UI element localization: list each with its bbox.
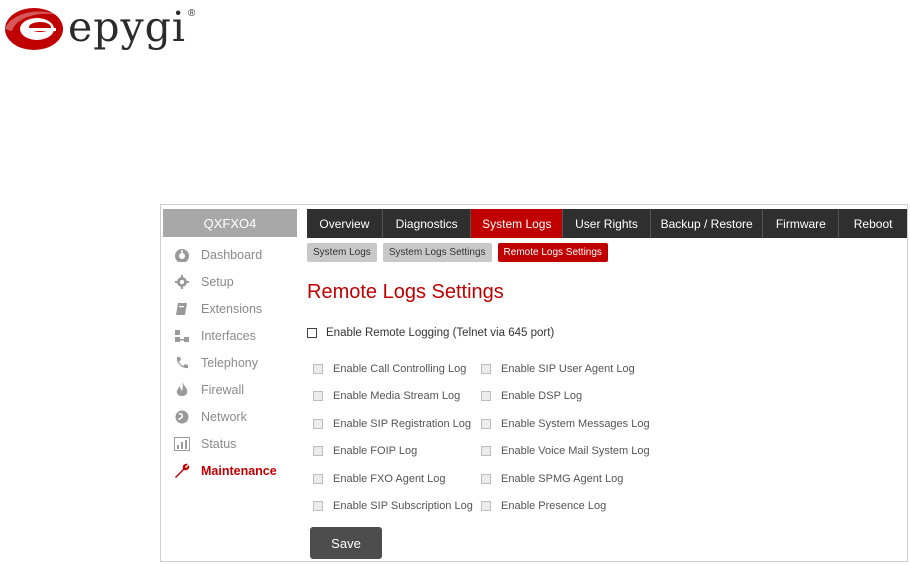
subtab-system-logs-settings[interactable]: System Logs Settings [382,243,492,262]
sidebar-item-network[interactable]: Network [161,403,301,430]
checkbox[interactable] [481,501,491,512]
option-call-controlling-log[interactable]: Enable Call Controlling Log [313,363,481,375]
option-row: Enable SIP Subscription Log Enable Prese… [313,493,650,521]
logo-text: epygi [68,3,187,51]
option-sip-user-agent-log[interactable]: Enable SIP User Agent Log [481,363,635,375]
book-icon [173,301,191,317]
network-nodes-icon [173,328,191,344]
sidebar-item-extensions[interactable]: Extensions [161,295,301,322]
checkbox[interactable] [313,363,323,374]
device-name: QXFXO4 [163,209,297,237]
globe-icon [173,409,191,425]
sidebar-item-label: Interfaces [201,328,256,343]
option-row: Enable Media Stream Log Enable DSP Log [313,383,650,411]
page-title: Remote Logs Settings [307,281,504,303]
sidebar-item-status[interactable]: Status [161,430,301,457]
sub-tabs: System Logs System Logs Settings Remote … [307,243,608,262]
dashboard-icon [173,247,191,263]
tab-backup-restore[interactable]: Backup / Restore [651,209,764,238]
top-tabs: Overview Diagnostics System Logs User Ri… [307,209,907,238]
sidebar-item-label: Firewall [201,382,245,397]
tab-overview[interactable]: Overview [307,209,383,238]
tab-reboot[interactable]: Reboot [839,209,907,238]
checkbox[interactable] [313,501,323,512]
sidebar-item-label: Maintenance [201,463,277,478]
option-label: Enable DSP Log [501,390,583,403]
sidebar-item-setup[interactable]: Setup [161,268,301,295]
sidebar-item-label: Network [201,409,247,424]
enable-remote-logging[interactable]: Enable Remote Logging (Telnet via 645 po… [307,327,554,339]
option-label: Enable Presence Log [501,500,607,513]
sidebar: Dashboard Setup Extensions Interfaces Te… [161,241,301,484]
checkbox[interactable] [313,418,323,429]
option-sip-registration-log[interactable]: Enable SIP Registration Log [313,418,481,430]
option-voice-mail-system-log[interactable]: Enable Voice Mail System Log [481,445,650,457]
option-label: Enable System Messages Log [501,417,650,430]
sidebar-item-firewall[interactable]: Firewall [161,376,301,403]
enable-remote-logging-checkbox[interactable] [307,328,317,338]
option-label: Enable SIP Subscription Log [333,500,473,513]
checkbox[interactable] [481,363,491,374]
sidebar-item-label: Status [201,436,237,451]
option-row: Enable FXO Agent Log Enable SPMG Agent L… [313,465,650,493]
log-options: Enable Call Controlling Log Enable SIP U… [313,355,650,520]
sidebar-item-label: Extensions [201,301,263,316]
checkbox[interactable] [481,391,491,402]
sidebar-item-telephony[interactable]: Telephony [161,349,301,376]
option-row: Enable SIP Registration Log Enable Syste… [313,410,650,438]
checkbox[interactable] [481,473,491,484]
phone-icon [173,355,191,371]
flame-icon [173,381,191,398]
option-row: Enable Call Controlling Log Enable SIP U… [313,355,650,383]
option-label: Enable FOIP Log [333,445,418,458]
option-label: Enable SIP Registration Log [333,417,471,430]
option-presence-log[interactable]: Enable Presence Log [481,500,606,512]
option-label: Enable Call Controlling Log [333,362,467,375]
checkbox[interactable] [313,473,323,484]
tab-diagnostics[interactable]: Diagnostics [383,209,472,238]
option-media-stream-log[interactable]: Enable Media Stream Log [313,390,481,402]
sidebar-item-maintenance[interactable]: Maintenance [161,457,301,484]
sidebar-item-interfaces[interactable]: Interfaces [161,322,301,349]
sidebar-item-dashboard[interactable]: Dashboard [161,241,301,268]
epygi-logo: epygi ® [0,3,196,54]
option-label: Enable SIP User Agent Log [501,362,635,375]
tab-user-rights[interactable]: User Rights [563,209,651,238]
option-spmg-agent-log[interactable]: Enable SPMG Agent Log [481,473,623,485]
option-sip-subscription-log[interactable]: Enable SIP Subscription Log [313,500,481,512]
wrench-icon [173,463,191,479]
subtab-remote-logs-settings[interactable]: Remote Logs Settings [497,243,608,262]
enable-remote-logging-label: Enable Remote Logging (Telnet via 645 po… [326,327,555,339]
tab-firmware[interactable]: Firmware [763,209,840,238]
sidebar-item-label: Setup [201,274,234,289]
subtab-system-logs[interactable]: System Logs [307,243,377,262]
registered-mark: ® [188,7,196,19]
sidebar-item-label: Telephony [201,355,258,370]
option-foip-log[interactable]: Enable FOIP Log [313,445,481,457]
admin-panel: QXFXO4 Dashboard Setup Extensions Interf… [160,204,908,562]
tab-system-logs[interactable]: System Logs [471,209,564,238]
sidebar-item-label: Dashboard [201,247,263,262]
epygi-logo-mark [5,8,63,50]
checkbox[interactable] [313,391,323,402]
checkbox[interactable] [313,446,323,457]
checkbox[interactable] [481,446,491,457]
checkbox[interactable] [481,418,491,429]
option-label: Enable Media Stream Log [333,390,461,403]
option-dsp-log[interactable]: Enable DSP Log [481,390,582,402]
option-row: Enable FOIP Log Enable Voice Mail System… [313,438,650,466]
option-label: Enable FXO Agent Log [333,472,446,485]
option-label: Enable SPMG Agent Log [501,472,624,485]
option-system-messages-log[interactable]: Enable System Messages Log [481,418,650,430]
option-fxo-agent-log[interactable]: Enable FXO Agent Log [313,473,481,485]
option-label: Enable Voice Mail System Log [501,445,650,458]
gear-icon [173,274,191,290]
save-button[interactable]: Save [310,527,382,559]
bar-chart-icon [173,436,191,452]
